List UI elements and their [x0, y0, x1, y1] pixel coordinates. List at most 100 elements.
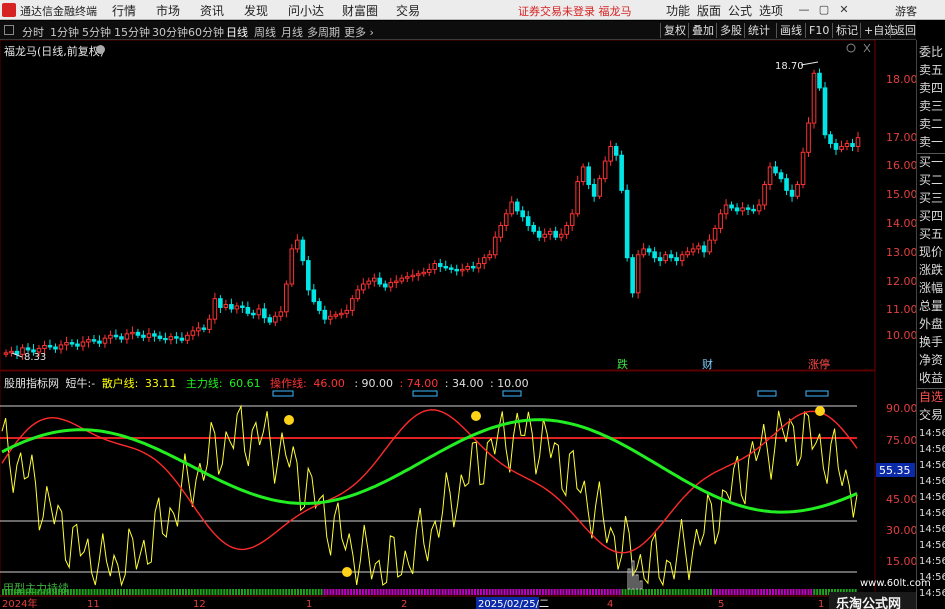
stats-button[interactable]: 统计: [744, 23, 773, 38]
ribbon-bar: [282, 589, 285, 595]
candle-body: [553, 230, 558, 238]
candle-body: [619, 154, 624, 191]
guest-user[interactable]: 游客: [895, 3, 917, 19]
candle-body: [53, 346, 58, 350]
ribbon-bar: [583, 589, 586, 595]
candle-body: [404, 276, 410, 279]
quote-label-earnings[interactable]: 收益: [919, 370, 943, 387]
period-daily[interactable]: 日线: [226, 24, 248, 40]
candle-body: [542, 233, 547, 238]
marker-finance[interactable]: 财: [702, 357, 713, 371]
ribbon-bar: [721, 589, 724, 595]
ribbon-bar: [146, 589, 149, 595]
quote-label-outer[interactable]: 外盘: [919, 316, 943, 333]
menu-item-options[interactable]: 选项: [759, 2, 783, 19]
menu-item-trade[interactable]: 交易: [396, 2, 420, 19]
menu-item-formula[interactable]: 公式: [728, 2, 752, 19]
smiley-icon: [284, 415, 294, 425]
candle-body: [306, 260, 311, 291]
price-tick: 12.00: [886, 275, 916, 288]
overlay-button[interactable]: 叠加: [688, 23, 717, 38]
ribbon-bar: [541, 589, 544, 595]
period-intraday[interactable]: 分时: [22, 24, 44, 40]
menu-item-markets[interactable]: 市场: [156, 2, 180, 19]
ribbon-bar: [477, 589, 479, 595]
quote-label-price[interactable]: 现价: [919, 244, 943, 261]
candle-body: [459, 268, 465, 272]
quote-label-bid1[interactable]: 买一: [919, 154, 943, 171]
quote-label-change-pct[interactable]: 涨幅: [919, 280, 943, 297]
chart-area[interactable]: 18.00 17.00 16.00 15.00 14.00 13.00 12.0…: [0, 40, 916, 609]
candle-body: [487, 254, 493, 259]
period-multi[interactable]: 多周期: [307, 24, 340, 40]
minimize-button[interactable]: —: [796, 2, 812, 18]
menu-item-ask[interactable]: 问小达: [288, 2, 324, 19]
period-1min[interactable]: 1分钟: [50, 24, 79, 40]
marker-drop[interactable]: 跌: [617, 357, 628, 371]
quote-label-ratio[interactable]: 委比: [919, 44, 943, 61]
tab-watchlist[interactable]: 自选: [919, 389, 943, 406]
ribbon-bar: [586, 589, 589, 595]
candle-body: [80, 341, 86, 347]
menu-item-market[interactable]: 行情: [112, 2, 136, 19]
period-5min[interactable]: 5分钟: [82, 24, 111, 40]
menu-item-wealth[interactable]: 财富圈: [342, 2, 378, 19]
quote-label-bid5[interactable]: 买五: [919, 226, 943, 243]
quote-label-bid2[interactable]: 买二: [919, 172, 943, 189]
period-weekly[interactable]: 周线: [254, 24, 276, 40]
ribbon-bar: [692, 589, 695, 595]
ribbon-bar: [533, 589, 535, 595]
quote-label-change[interactable]: 涨跌: [919, 262, 943, 279]
period-30min[interactable]: 30分钟: [152, 24, 188, 40]
ribbon-bar: [547, 589, 550, 595]
price-tick: 13.00: [886, 246, 916, 259]
quote-label-volume[interactable]: 总量: [919, 298, 943, 315]
sad-face-icon: [342, 567, 352, 577]
period-60min[interactable]: 60分钟: [188, 24, 224, 40]
period-more[interactable]: 更多 ›: [344, 24, 374, 40]
menu-item-discover[interactable]: 发现: [244, 2, 268, 19]
ribbon-bar: [713, 589, 715, 595]
chart-dropdown-icon[interactable]: [96, 45, 105, 54]
candle-body: [580, 166, 586, 183]
f10-button[interactable]: F10: [805, 23, 832, 38]
adjust-button[interactable]: 复权: [660, 23, 689, 38]
candle-body: [624, 189, 630, 259]
ribbon-bar: [294, 589, 297, 595]
quote-label-ask3[interactable]: 卖三: [919, 98, 943, 115]
ribbon-bar: [730, 589, 733, 595]
maximize-button[interactable]: ▢: [816, 2, 832, 18]
ribbon-bar: [813, 589, 816, 595]
draw-button[interactable]: 画线: [776, 23, 805, 38]
quote-label-ask5[interactable]: 卖五: [919, 62, 943, 79]
quote-label-bid3[interactable]: 买三: [919, 190, 943, 207]
close-button[interactable]: ✕: [836, 2, 852, 18]
panel-toggle-icon[interactable]: [4, 25, 14, 35]
date-label: 2: [401, 599, 407, 609]
back-button[interactable]: 返回: [890, 23, 919, 38]
ribbon-bar: [503, 589, 506, 595]
candle-body: [811, 72, 817, 124]
indicator-name[interactable]: 股朋指标网: [4, 377, 59, 390]
menu-item-layout[interactable]: 版面: [697, 2, 721, 19]
candle-body: [778, 172, 784, 180]
candle-body: [454, 268, 460, 272]
menu-item-function[interactable]: 功能: [666, 2, 690, 19]
multi-stock-button[interactable]: 多股: [716, 23, 745, 38]
quote-label-ask1[interactable]: 卖一: [919, 134, 943, 151]
tab-trade[interactable]: 交易: [919, 407, 943, 424]
quote-label-net-asset[interactable]: 净资: [919, 352, 943, 369]
quote-label-turnover[interactable]: 换手: [919, 334, 943, 351]
ribbon-bar: [75, 589, 78, 595]
period-15min[interactable]: 15分钟: [114, 24, 150, 40]
marker-limit-up[interactable]: 涨停: [808, 357, 830, 371]
ribbon-bar: [518, 589, 521, 595]
ribbon-bar: [766, 589, 769, 595]
menu-item-news[interactable]: 资讯: [200, 2, 224, 19]
period-monthly[interactable]: 月线: [281, 24, 303, 40]
quote-label-bid4[interactable]: 买四: [919, 208, 943, 225]
mark-button[interactable]: 标记: [832, 23, 861, 38]
quote-label-ask4[interactable]: 卖四: [919, 80, 943, 97]
quote-label-ask2[interactable]: 卖二: [919, 116, 943, 133]
ribbon-bar: [801, 589, 804, 595]
